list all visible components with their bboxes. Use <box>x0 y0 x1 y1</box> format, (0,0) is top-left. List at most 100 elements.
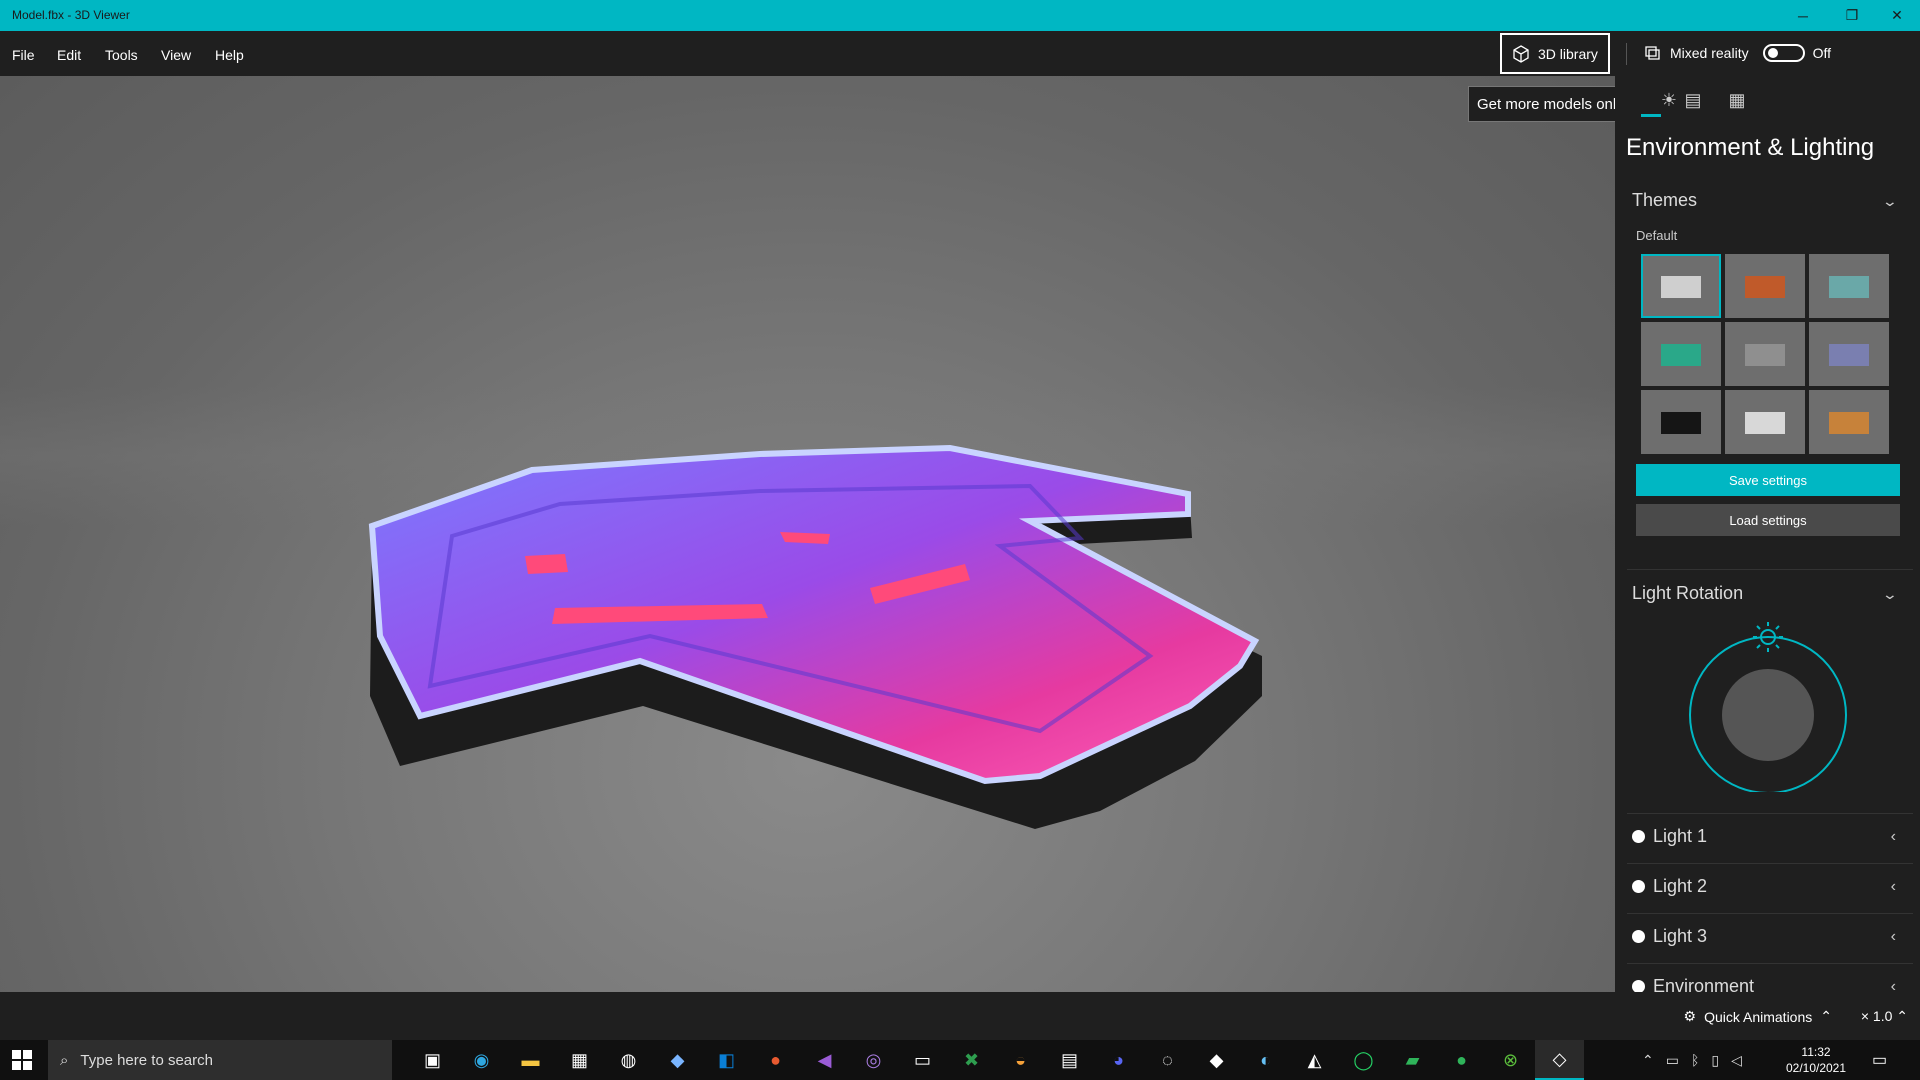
file-explorer-icon[interactable]: ▬ <box>506 1040 555 1080</box>
discord-icon[interactable]: ◕ <box>1094 1040 1143 1080</box>
quick-animations-button[interactable]: ⚙ Quick Animations ⌃ <box>1684 1008 1832 1025</box>
light-3-chevron-icon[interactable]: ‹ <box>1891 928 1896 946</box>
theme-swatch <box>1829 276 1869 298</box>
3d-model[interactable] <box>0 76 1615 992</box>
menu-bar: File Edit Tools View Help <box>0 31 1920 76</box>
steam-icon[interactable]: ◐ <box>1241 1040 1290 1080</box>
section-divider <box>1627 913 1913 914</box>
theme-swatch <box>1745 344 1785 366</box>
environment-chevron-icon[interactable]: ‹ <box>1891 978 1896 992</box>
bluetooth-icon[interactable]: ᛒ <box>1691 1052 1699 1068</box>
menu-edit[interactable]: Edit <box>57 47 81 63</box>
app-icon-6[interactable]: ◆ <box>653 1040 702 1080</box>
light-rotation-chevron-icon[interactable]: ⌄ <box>1882 586 1898 603</box>
whatsapp-icon[interactable]: ◯ <box>1339 1040 1388 1080</box>
search-placeholder: Type here to search <box>80 1051 213 1069</box>
start-button[interactable] <box>12 1050 32 1075</box>
light-2-label: Light 2 <box>1653 876 1708 896</box>
theme-tile-4[interactable] <box>1641 322 1721 386</box>
menu-file[interactable]: File <box>12 47 35 63</box>
hangouts-icon[interactable]: ● <box>1437 1040 1486 1080</box>
tab-stats[interactable]: ▤ <box>1681 88 1705 112</box>
tab-grid[interactable]: ▦ <box>1725 88 1749 112</box>
quick-animations-label: Quick Animations <box>1704 1008 1813 1025</box>
theme-tile-9[interactable] <box>1809 390 1889 454</box>
theme-tile-1[interactable] <box>1641 254 1721 318</box>
themes-group-label: Default <box>1636 228 1678 243</box>
section-divider <box>1627 863 1913 864</box>
app-icon-17[interactable]: ◆ <box>1192 1040 1241 1080</box>
menu-tools[interactable]: Tools <box>105 47 138 63</box>
theme-tile-7[interactable] <box>1641 390 1721 454</box>
chat-icon[interactable]: ▰ <box>1388 1040 1437 1080</box>
environment-label: Environment <box>1653 976 1755 992</box>
themes-chevron-icon[interactable]: ⌄ <box>1882 193 1898 210</box>
theme-tile-3[interactable] <box>1809 254 1889 318</box>
mixed-reality-toggle[interactable] <box>1762 44 1805 62</box>
app-icon-14[interactable]: ▤ <box>1045 1040 1094 1080</box>
save-settings-button[interactable]: Save settings <box>1636 464 1900 496</box>
menu-help[interactable]: Help <box>215 47 244 63</box>
edge-icon[interactable]: ◉ <box>457 1040 506 1080</box>
load-settings-button[interactable]: Load settings <box>1636 504 1900 536</box>
theme-tile-6[interactable] <box>1809 322 1889 386</box>
toolbar-divider <box>1626 43 1627 65</box>
restore-button[interactable]: ❐ <box>1829 0 1875 31</box>
mixed-reality-icon <box>1645 46 1660 60</box>
tray-chevron-icon[interactable]: ⌃ <box>1642 1052 1654 1069</box>
app-icon-8[interactable]: ● <box>751 1040 800 1080</box>
blender-icon[interactable]: ◒ <box>996 1040 1045 1080</box>
network-icon[interactable]: ▭ <box>1666 1052 1679 1069</box>
themes-heading[interactable]: Themes <box>1632 190 1697 211</box>
environment-lighting-panel: ☀ ▤ ▦ Environment & Lighting Themes ⌄ De… <box>1615 76 1920 992</box>
volume-icon[interactable]: ◁ <box>1731 1052 1742 1069</box>
theme-swatch <box>1745 276 1785 298</box>
status-bar: ⚙ Quick Animations ⌃ × 1.0 ⌃ <box>0 992 1920 1040</box>
light-1-row[interactable]: Light 1 <box>1632 826 1707 847</box>
xbox-icon[interactable]: ⊗ <box>1486 1040 1535 1080</box>
theme-tile-8[interactable] <box>1725 390 1805 454</box>
light-2-chevron-icon[interactable]: ‹ <box>1891 878 1896 896</box>
light-rotation-dial[interactable] <box>1668 612 1868 792</box>
theme-swatch <box>1745 412 1785 434</box>
theme-grid <box>1641 254 1891 454</box>
menu-view[interactable]: View <box>161 47 191 63</box>
minimize-button[interactable]: ─ <box>1780 0 1826 31</box>
3d-viewport[interactable] <box>0 76 1615 992</box>
github-icon[interactable]: ◎ <box>849 1040 898 1080</box>
app-icon-12[interactable]: ✖ <box>947 1040 996 1080</box>
active-tab-indicator <box>1641 114 1661 117</box>
minimize-icon: ─ <box>1798 7 1808 24</box>
taskbar-search[interactable]: ⌕ Type here to search <box>48 1040 392 1080</box>
zoom-control[interactable]: × 1.0 ⌃ <box>1861 1008 1908 1025</box>
close-button[interactable]: ✕ <box>1874 0 1920 31</box>
light-rotation-heading[interactable]: Light Rotation <box>1632 583 1743 604</box>
toggle-knob <box>1767 48 1778 58</box>
environment-row[interactable]: Environment <box>1632 976 1754 992</box>
3d-library-button[interactable]: 3D library <box>1500 33 1610 74</box>
light-3-row[interactable]: Light 3 <box>1632 926 1707 947</box>
notifications-icon[interactable]: ▭ <box>1872 1050 1887 1070</box>
tab-environment[interactable]: ☀ <box>1657 88 1681 112</box>
visual-studio-icon[interactable]: ◀ <box>800 1040 849 1080</box>
task-view-icon[interactable]: ▣ <box>408 1040 457 1080</box>
light-2-row[interactable]: Light 2 <box>1632 876 1707 897</box>
theme-tile-2[interactable] <box>1725 254 1805 318</box>
unity-icon[interactable]: ◭ <box>1290 1040 1339 1080</box>
pinned-apps: ▣ ◉ ▬ ▦ ◍ ◆ ◧ ● ◀ ◎ ▭ ✖ ◒ ▤ ◕ ◌ ◆ ◐ ◭ ◯ … <box>408 1040 1584 1080</box>
light-3-dot <box>1632 930 1645 943</box>
theme-swatch <box>1661 276 1701 298</box>
obs-icon[interactable]: ◌ <box>1143 1040 1192 1080</box>
light-2-dot <box>1632 880 1645 893</box>
app-icon-5[interactable]: ◍ <box>604 1040 653 1080</box>
vscode-icon[interactable]: ◧ <box>702 1040 751 1080</box>
3d-viewer-icon[interactable]: ◇ <box>1535 1040 1584 1080</box>
environment-dot <box>1632 980 1645 992</box>
theme-tile-5[interactable] <box>1725 322 1805 386</box>
clock[interactable]: 11:32 02/10/2021 <box>1778 1044 1854 1076</box>
store-icon[interactable]: ▦ <box>555 1040 604 1080</box>
terminal-icon[interactable]: ▭ <box>898 1040 947 1080</box>
usb-icon[interactable]: ▯ <box>1711 1052 1719 1069</box>
zoom-value: × 1.0 <box>1860 1008 1893 1024</box>
light-1-chevron-icon[interactable]: ‹ <box>1891 828 1896 846</box>
